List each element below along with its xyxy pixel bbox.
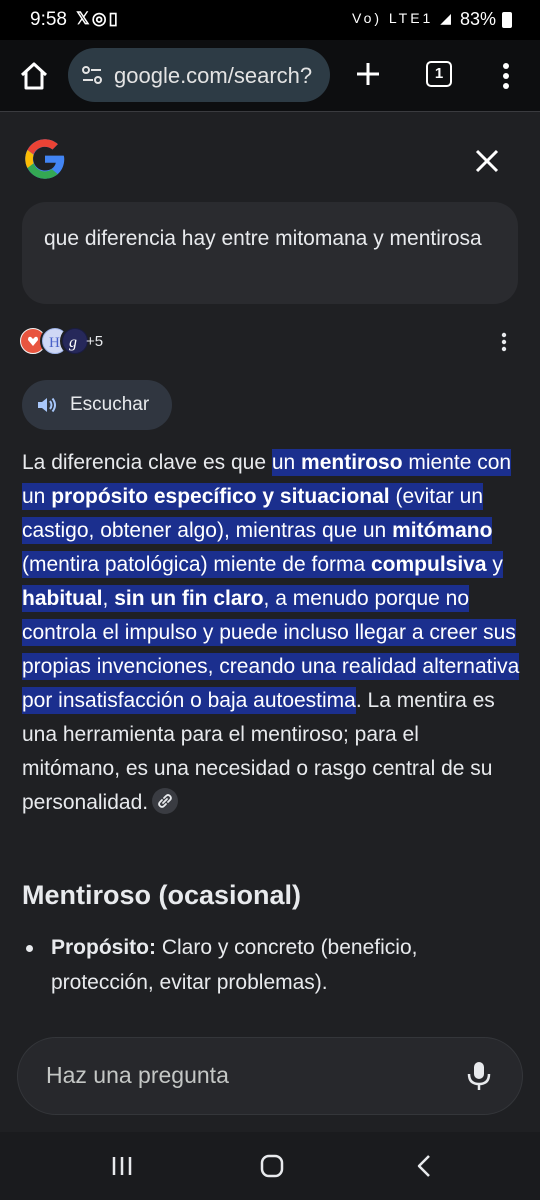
answer-bold: mentiroso <box>301 451 403 474</box>
answer-bold: propósito específico y situacional <box>51 485 390 508</box>
system-nav-bar <box>0 1132 540 1200</box>
plus-icon <box>357 63 379 85</box>
speaker-icon <box>38 397 56 413</box>
sources-row[interactable]: H g +5 <box>16 324 526 360</box>
section-heading: Mentiroso (ocasional) <box>22 880 302 910</box>
bullet-icon <box>26 945 33 952</box>
answer-bold: sin un fin claro <box>114 587 264 610</box>
answer-menu-button[interactable] <box>498 330 510 354</box>
highlighted-text: un mentiroso miente con un propósito esp… <box>22 449 520 714</box>
answer-text: , <box>102 587 115 610</box>
recents-icon[interactable] <box>110 1154 134 1178</box>
ask-bar <box>17 1037 523 1115</box>
voice-input-button[interactable] <box>464 1060 494 1092</box>
site-settings-icon[interactable] <box>80 63 104 87</box>
google-logo-icon <box>25 139 65 179</box>
close-button[interactable] <box>470 144 504 178</box>
bullet-text: Propósito: Claro y concreto (beneficio, … <box>51 930 491 1000</box>
query-text: que diferencia hay entre mitomana y ment… <box>44 227 482 250</box>
more-vert-icon <box>501 332 507 352</box>
listen-label: Escuchar <box>70 394 150 415</box>
notification-icons: 𝕏◎▯ <box>76 9 120 28</box>
source-g-icon: g <box>63 329 87 353</box>
svg-text:H: H <box>49 335 60 351</box>
back-icon[interactable] <box>414 1154 434 1178</box>
listen-button[interactable]: Escuchar <box>22 380 172 430</box>
answer-bold: habitual <box>22 587 103 610</box>
answer-text: (mentira patológica) miente de forma <box>22 553 371 576</box>
tab-switcher-button[interactable]: 1 <box>426 61 452 87</box>
home-button[interactable] <box>16 58 52 94</box>
battery-icon <box>502 12 512 28</box>
browser-menu-button[interactable] <box>496 58 516 94</box>
answer-text: un <box>271 451 302 474</box>
home-nav-icon[interactable] <box>260 1154 284 1178</box>
svg-text:g: g <box>69 334 77 351</box>
status-time: 9:58 <box>30 9 67 30</box>
home-icon <box>20 62 48 90</box>
bullet-label: Propósito: <box>51 936 156 959</box>
signal-icons: Vo) LTE1 ◢ <box>352 10 454 26</box>
link-icon <box>158 794 172 809</box>
answer-bold: compulsiva <box>371 553 487 576</box>
ai-answer-text: La diferencia clave es que un mentiroso … <box>22 446 522 820</box>
answer-text: y <box>486 553 503 576</box>
query-bubble: que diferencia hay entre mitomana y ment… <box>22 202 518 304</box>
browser-toolbar: google.com/search? 1 <box>0 40 540 112</box>
battery-level: 83% <box>459 9 496 29</box>
status-bar: 9:58 𝕏◎▯ Vo) LTE1 ◢ 83% <box>0 0 540 40</box>
ask-input[interactable] <box>46 1062 426 1089</box>
answer-text: La diferencia clave es que <box>22 451 272 474</box>
source-count[interactable]: +5 <box>86 333 103 350</box>
address-bar[interactable]: google.com/search? <box>68 48 330 102</box>
source-link-button[interactable] <box>152 788 179 815</box>
url-text[interactable]: google.com/search? <box>114 63 312 89</box>
close-icon <box>475 149 499 173</box>
answer-bold: mitómano <box>392 519 493 542</box>
more-vert-icon <box>503 63 509 89</box>
new-tab-button[interactable] <box>350 56 386 92</box>
microphone-icon <box>467 1062 491 1090</box>
